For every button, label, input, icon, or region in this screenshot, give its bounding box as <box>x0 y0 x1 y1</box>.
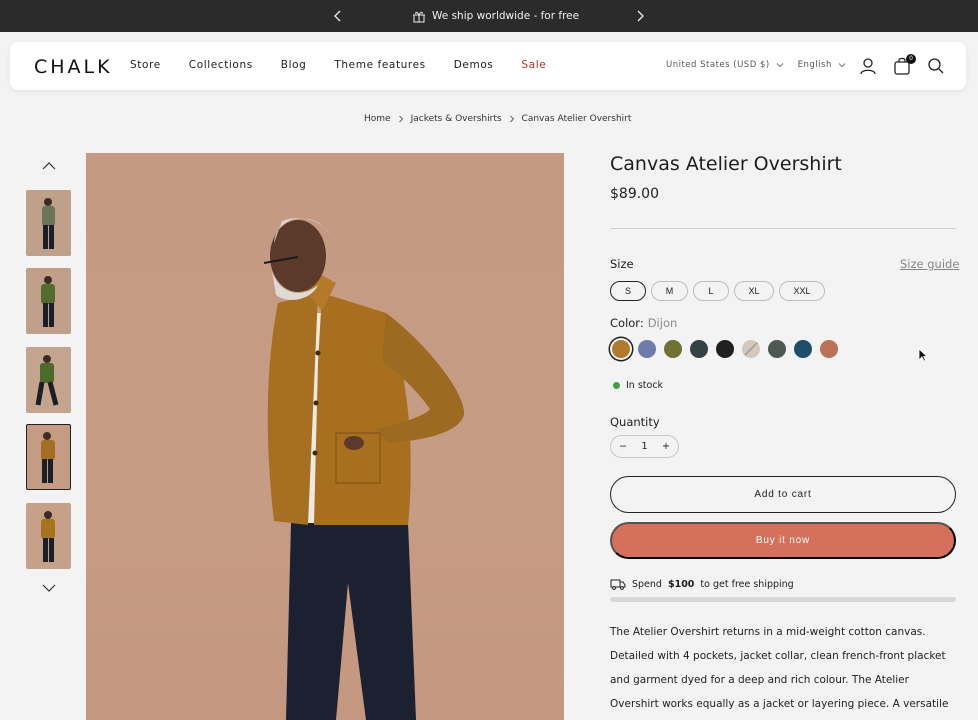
size-options: S M L XL XXL <box>610 281 830 301</box>
language-label: English <box>797 60 832 70</box>
quantity-stepper[interactable]: − 1 + <box>610 435 679 458</box>
in-stock-dot-icon <box>613 382 620 389</box>
product-thumbnail-2[interactable] <box>26 268 71 334</box>
language-selector[interactable]: English <box>798 60 846 70</box>
chevron-right-icon[interactable] <box>632 8 648 24</box>
truck-icon <box>610 579 626 590</box>
shipping-text-pre: Spend <box>632 578 662 590</box>
chevron-up-icon[interactable] <box>40 159 58 173</box>
color-swatch[interactable] <box>638 340 656 358</box>
buy-now-button[interactable]: Buy it now <box>610 522 956 559</box>
nav-blog[interactable]: Blog <box>281 59 307 71</box>
add-to-cart-button[interactable]: Add to cart <box>610 476 956 513</box>
globe-gift-icon <box>413 11 425 23</box>
color-swatch[interactable] <box>768 340 786 358</box>
chevron-right-icon <box>509 115 514 123</box>
nav-store[interactable]: Store <box>130 59 161 71</box>
color-swatches <box>612 340 846 358</box>
product-thumbnail-1[interactable] <box>26 190 71 256</box>
nav-collections[interactable]: Collections <box>189 59 253 71</box>
product-description: The Atelier Overshirt returns in a mid-w… <box>610 626 949 710</box>
cart-button[interactable]: 0 <box>892 54 916 76</box>
site-header: CHALK Store Collections Blog Theme featu… <box>10 42 966 90</box>
thumbnail-image <box>42 198 55 249</box>
announcement-text: We ship worldwide - for free <box>432 10 580 22</box>
quantity-label: Quantity <box>610 415 660 429</box>
product-photo <box>263 218 465 720</box>
chevron-down-icon <box>838 63 846 68</box>
main-nav: Store Collections Blog Theme features De… <box>130 59 574 71</box>
nav-sale[interactable]: Sale <box>521 59 546 71</box>
stock-text: In stock <box>626 380 664 391</box>
chevron-down-icon <box>776 63 784 68</box>
size-option-m[interactable]: M <box>651 281 688 301</box>
color-swatch[interactable] <box>690 340 708 358</box>
product-title: Canvas Atelier Overshirt <box>610 153 842 175</box>
product-price: $89.00 <box>610 186 659 202</box>
mouse-cursor-icon <box>918 348 928 362</box>
header-selectors: United States (USD $) English <box>666 60 860 70</box>
color-label-row: Color: Dijon <box>610 316 677 330</box>
announcement-bar: We ship worldwide - for free <box>0 0 978 32</box>
thumbnail-image <box>41 276 55 327</box>
size-guide-link[interactable]: Size guide <box>900 257 959 271</box>
breadcrumb-category[interactable]: Jackets & Overshirts <box>411 114 502 124</box>
product-thumbnail-4[interactable] <box>26 424 71 490</box>
search-icon[interactable] <box>926 56 946 76</box>
color-value: Dijon <box>647 316 678 330</box>
size-option-xl[interactable]: XL <box>734 281 774 301</box>
divider <box>610 228 956 229</box>
shipping-text-post: to get free shipping <box>700 578 794 590</box>
thumbnail-image <box>41 432 55 483</box>
product-thumbnail-3[interactable] <box>26 347 71 413</box>
color-swatch[interactable] <box>612 340 630 358</box>
color-swatch[interactable] <box>664 340 682 358</box>
size-option-l[interactable]: L <box>693 281 729 301</box>
currency-label: United States (USD $) <box>666 60 770 70</box>
shipping-progress-bar <box>610 597 956 602</box>
stock-status: In stock <box>613 380 663 391</box>
nav-demos[interactable]: Demos <box>454 59 494 71</box>
color-swatch[interactable] <box>794 340 812 358</box>
color-swatch[interactable] <box>820 340 838 358</box>
announcement-message: We ship worldwide - for free <box>412 9 579 23</box>
logo[interactable]: CHALK <box>34 56 113 78</box>
size-option-s[interactable]: S <box>610 281 646 301</box>
chevron-down-icon[interactable] <box>40 581 58 595</box>
chevron-right-icon <box>398 115 403 123</box>
chevron-left-icon[interactable] <box>330 8 346 24</box>
breadcrumb-home[interactable]: Home <box>364 114 391 124</box>
product-main-image[interactable] <box>86 153 564 720</box>
minus-icon[interactable]: − <box>619 441 627 452</box>
size-option-xxl[interactable]: XXL <box>779 281 825 301</box>
currency-selector[interactable]: United States (USD $) <box>666 60 784 70</box>
size-label: Size <box>610 257 634 271</box>
plus-icon[interactable]: + <box>662 441 670 452</box>
thumbnail-image <box>41 511 55 562</box>
breadcrumb-current: Canvas Atelier Overshirt <box>521 114 632 124</box>
color-swatch[interactable] <box>742 340 760 358</box>
product-thumbnail-5[interactable] <box>26 503 71 569</box>
thumbnail-image <box>35 355 59 406</box>
free-shipping-message: Spend $100 to get free shipping <box>610 578 794 590</box>
nav-theme-features[interactable]: Theme features <box>334 59 425 71</box>
breadcrumb: Home Jackets & Overshirts Canvas Atelier… <box>364 114 631 124</box>
color-label: Color: <box>610 316 644 330</box>
color-swatch[interactable] <box>716 340 734 358</box>
cart-count-badge: 0 <box>906 54 916 64</box>
shipping-amount: $100 <box>667 578 695 590</box>
quantity-value[interactable]: 1 <box>641 441 647 452</box>
account-icon[interactable] <box>858 56 878 76</box>
